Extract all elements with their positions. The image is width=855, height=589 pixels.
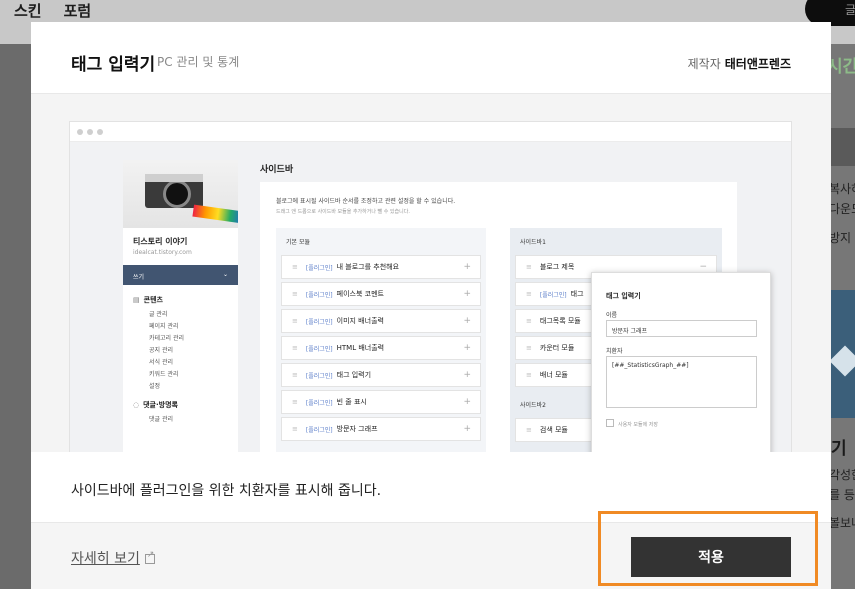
list-item: ≡ [플러그인] HTML 배너출력 + xyxy=(281,336,481,360)
list-item: ≡ [플러그인] 방문자 그래프 + xyxy=(281,417,481,441)
camera-image xyxy=(123,160,238,228)
background-right-title: 시간도 xyxy=(831,57,855,77)
list-item: ≡ [플러그인] 페이스북 코멘트 + xyxy=(281,282,481,306)
nav-forum: 포럼 xyxy=(63,2,92,20)
drag-handle-icon: ≡ xyxy=(292,371,298,379)
drag-handle-icon: ≡ xyxy=(526,263,532,271)
document-icon: ▤ xyxy=(133,296,140,304)
drag-handle-icon: ≡ xyxy=(526,317,532,325)
blog-name: 티스토리 이야기 xyxy=(133,237,188,246)
list-item: ≡ [플러그인] 내 블로그를 추천해요 + xyxy=(281,255,481,279)
sidebar-page-title: 사이드바 xyxy=(260,165,294,175)
name-field: 방문자 그래프 xyxy=(606,320,757,337)
maker-name: 태터앤프렌즈 xyxy=(724,57,791,71)
maker-info: 제작자 태터앤프렌즈 xyxy=(688,55,791,72)
preview-body: 티스토리 이야기 idealcat.tistory.com 쓰기 ⌄ ▤ 콘텐츠 글… xyxy=(70,142,791,452)
minus-icon: − xyxy=(699,262,707,272)
drag-handle-icon: ≡ xyxy=(526,371,532,379)
background-nav: 스킨 포럼 xyxy=(14,0,91,20)
detail-link[interactable]: 자세히 보기 xyxy=(71,548,155,568)
background-thumbnail xyxy=(831,290,855,418)
plus-icon: + xyxy=(463,262,471,272)
drag-handle-icon: ≡ xyxy=(292,290,298,298)
window-dot-icon xyxy=(87,129,93,135)
window-dot-icon xyxy=(97,129,103,135)
pencils-icon xyxy=(192,204,238,224)
save-checkbox: 사용자 모듈에 저장 xyxy=(606,419,658,428)
plus-icon: + xyxy=(463,316,471,326)
modal-title: 태그 입력기 xyxy=(71,55,156,75)
drag-handle-icon: ≡ xyxy=(526,344,532,352)
plus-icon: + xyxy=(463,343,471,353)
preview-browser: 티스토리 이야기 idealcat.tistory.com 쓰기 ⌄ ▤ 콘텐츠 글… xyxy=(70,122,791,452)
background-right-column: 시간도 복사하 다운도 방지 기 각성한 를 등록 볼보나 xyxy=(831,44,855,589)
drag-handle-icon: ≡ xyxy=(292,425,298,433)
substitution-field: [##_StatisticsGraph_##] xyxy=(606,356,757,408)
browser-bar xyxy=(70,122,791,142)
tag-input-popup: 태그 입력기 이름 방문자 그래프 치환자 [##_StatisticsGrap… xyxy=(591,272,771,452)
plugin-description: 사이드바에 플러그인을 위한 치환자를 표시해 줍니다. xyxy=(71,483,382,499)
plugin-modal: 태그 입력기 PC 관리 및 통계 제작자 태터앤프렌즈 티스토리 이야기 ide… xyxy=(31,22,831,589)
list-item: ≡ [플러그인] 빈 줄 표시 + xyxy=(281,390,481,414)
highlight-box xyxy=(598,511,818,586)
plus-icon: + xyxy=(463,370,471,380)
blog-url: idealcat.tistory.com xyxy=(133,249,192,256)
write-button: 쓰기 ⌄ xyxy=(123,265,238,285)
menu-content: ▤ 콘텐츠 xyxy=(133,296,163,304)
modal-header: 태그 입력기 PC 관리 및 통계 제작자 태터앤프렌즈 xyxy=(31,22,831,94)
drag-handle-icon: ≡ xyxy=(292,344,298,352)
drag-handle-icon: ≡ xyxy=(292,263,298,271)
list-item: ≡ [플러그인] 이미지 배너출력 + xyxy=(281,309,481,333)
preview-sidebar: 티스토리 이야기 idealcat.tistory.com 쓰기 ⌄ ▤ 콘텐츠 글… xyxy=(123,160,238,452)
comment-icon: ◌ xyxy=(133,401,140,409)
drag-handle-icon: ≡ xyxy=(526,426,532,434)
background-right-strip xyxy=(831,128,855,166)
plugin-preview-image: 티스토리 이야기 idealcat.tistory.com 쓰기 ⌄ ▤ 콘텐츠 글… xyxy=(31,94,831,452)
camera-icon xyxy=(145,174,203,208)
drag-handle-icon: ≡ xyxy=(292,398,298,406)
external-link-icon xyxy=(144,550,155,564)
drag-handle-icon: ≡ xyxy=(292,317,298,325)
plus-icon: + xyxy=(463,397,471,407)
plus-icon: + xyxy=(463,424,471,434)
chevron-down-icon: ⌄ xyxy=(222,271,228,278)
plus-icon: + xyxy=(463,289,471,299)
drag-handle-icon: ≡ xyxy=(526,290,532,298)
list-item: ≡ [플러그인] 태그 입력기 + xyxy=(281,363,481,387)
nav-skin: 스킨 xyxy=(14,2,42,20)
maker-label: 제작자 xyxy=(687,57,721,71)
window-dot-icon xyxy=(77,129,83,135)
basic-modules-column: 기본 모듈 ≡ [플러그인] 내 블로그를 추천해요 + ≡ [플러그인] 페이스북 코멘… xyxy=(276,228,486,452)
modal-subtitle: PC 관리 및 통계 xyxy=(157,55,240,69)
menu-comment: ◌ 댓글·방명록 xyxy=(133,401,178,409)
